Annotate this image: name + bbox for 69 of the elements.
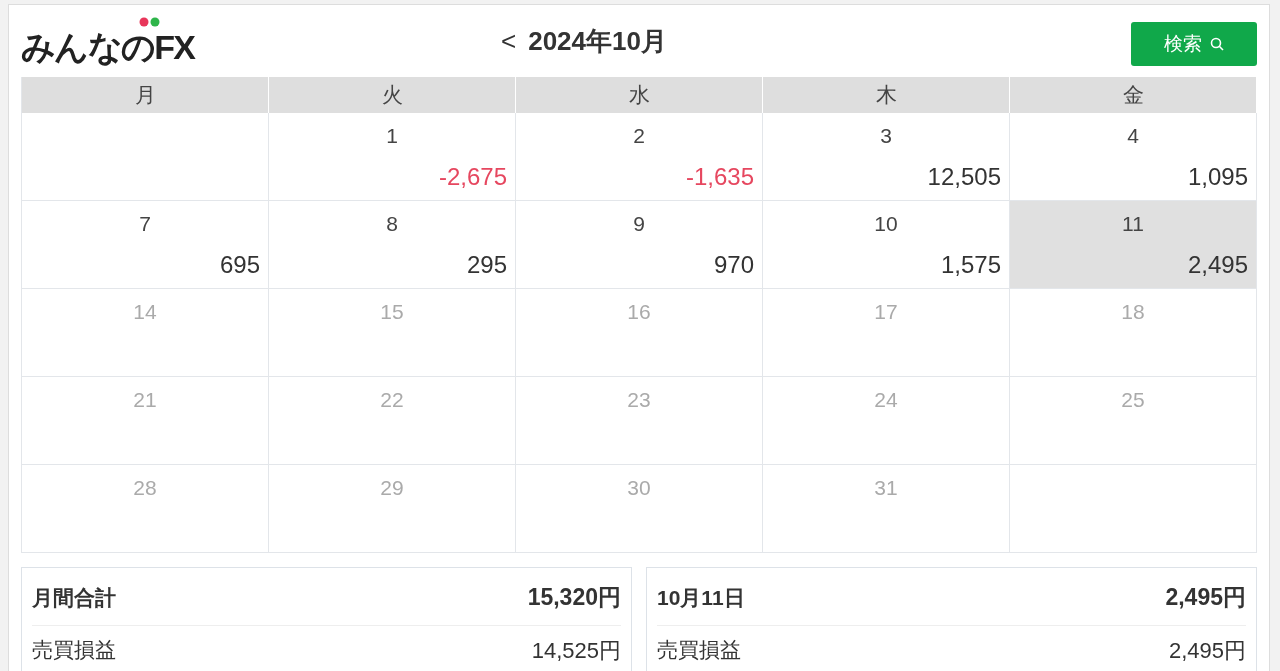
calendar-day-cell[interactable]: 15 (269, 289, 516, 377)
calendar-day-cell[interactable]: 23 (516, 377, 763, 465)
calendar-day-cell[interactable]: 7 695 (22, 201, 269, 289)
day-number: 22 (380, 389, 404, 410)
day-number: 17 (874, 301, 898, 322)
calendar-day-cell[interactable]: 18 (1010, 289, 1257, 377)
search-button[interactable]: 検索 (1131, 22, 1257, 66)
summary-label: 売買損益 (32, 637, 116, 664)
day-number: 1 (386, 125, 398, 146)
calendar-day-cell[interactable]: 31 (763, 465, 1010, 553)
day-number: 4 (1127, 125, 1139, 146)
logo-dots-icon (139, 15, 161, 28)
calendar-day-cell[interactable]: 22 (269, 377, 516, 465)
previous-month-button[interactable]: < (501, 28, 517, 54)
month-title: 2024年10月 (528, 24, 667, 58)
day-number: 8 (386, 213, 398, 234)
calendar-day-cell[interactable]: 14 (22, 289, 269, 377)
day-number: 31 (874, 477, 898, 498)
day-number: 21 (133, 389, 157, 410)
summary-title: 月間合計 (32, 584, 116, 611)
calendar-day-cell[interactable]: 10 1,575 (763, 201, 1010, 289)
profit-amount: 1,575 (940, 253, 1001, 277)
day-number: 15 (380, 301, 404, 322)
day-number: 30 (627, 477, 651, 498)
search-icon (1210, 37, 1224, 51)
profit-amount: 2,495 (1187, 253, 1248, 277)
calendar-day-cell[interactable]: 25 (1010, 377, 1257, 465)
day-number: 29 (380, 477, 404, 498)
summary-label: 売買損益 (657, 637, 741, 664)
profit-amount: 695 (219, 253, 260, 277)
calendar-day-cell[interactable]: 30 (516, 465, 763, 553)
day-number: 18 (1121, 301, 1145, 322)
day-number: 10 (874, 213, 898, 234)
calendar-day-cell[interactable]: 29 (269, 465, 516, 553)
profit-amount: 970 (713, 253, 754, 277)
profit-amount: -2,675 (438, 165, 507, 189)
calendar-day-cell[interactable]: 21 (22, 377, 269, 465)
summary-total: 2,495円 (1165, 583, 1246, 612)
day-number: 3 (880, 125, 892, 146)
day-number: 24 (874, 389, 898, 410)
day-number: 28 (133, 477, 157, 498)
calendar-day-cell[interactable]: 16 (516, 289, 763, 377)
calendar-day-cell[interactable]: 3 12,505 (763, 113, 1010, 201)
profit-amount: 12,505 (927, 165, 1001, 189)
summary-total: 15,320円 (527, 583, 621, 612)
day-number: 7 (139, 213, 151, 234)
calendar-day-cell[interactable]: 2 -1,635 (516, 113, 763, 201)
summary-value: 14,525円 (531, 636, 621, 665)
summary-value: 2,495円 (1168, 636, 1246, 665)
profit-amount: 295 (466, 253, 507, 277)
day-number: 2 (633, 125, 645, 146)
day-number: 14 (133, 301, 157, 322)
calendar-day-cell[interactable]: 9 970 (516, 201, 763, 289)
summary-title: 10月11日 (657, 584, 745, 611)
calendar-day-cell[interactable]: 4 1,095 (1010, 113, 1257, 201)
day-number: 9 (633, 213, 645, 234)
day-number: 11 (1122, 213, 1144, 234)
day-number: 25 (1121, 389, 1145, 410)
profit-amount: -1,635 (685, 165, 754, 189)
day-number: 16 (627, 301, 651, 322)
calendar-day-cell[interactable]: 11 2,495 (1010, 201, 1257, 289)
logo: みんなのFX (21, 9, 501, 73)
profit-amount: 1,095 (1187, 165, 1248, 189)
calendar-day-cell[interactable]: 28 (22, 465, 269, 553)
calendar-day-cell[interactable]: 17 (763, 289, 1010, 377)
calendar-day-cell[interactable]: 8 295 (269, 201, 516, 289)
calendar-day-cell[interactable]: 24 (763, 377, 1010, 465)
calendar-day-cell[interactable]: 1 -2,675 (269, 113, 516, 201)
day-number: 23 (627, 389, 651, 410)
